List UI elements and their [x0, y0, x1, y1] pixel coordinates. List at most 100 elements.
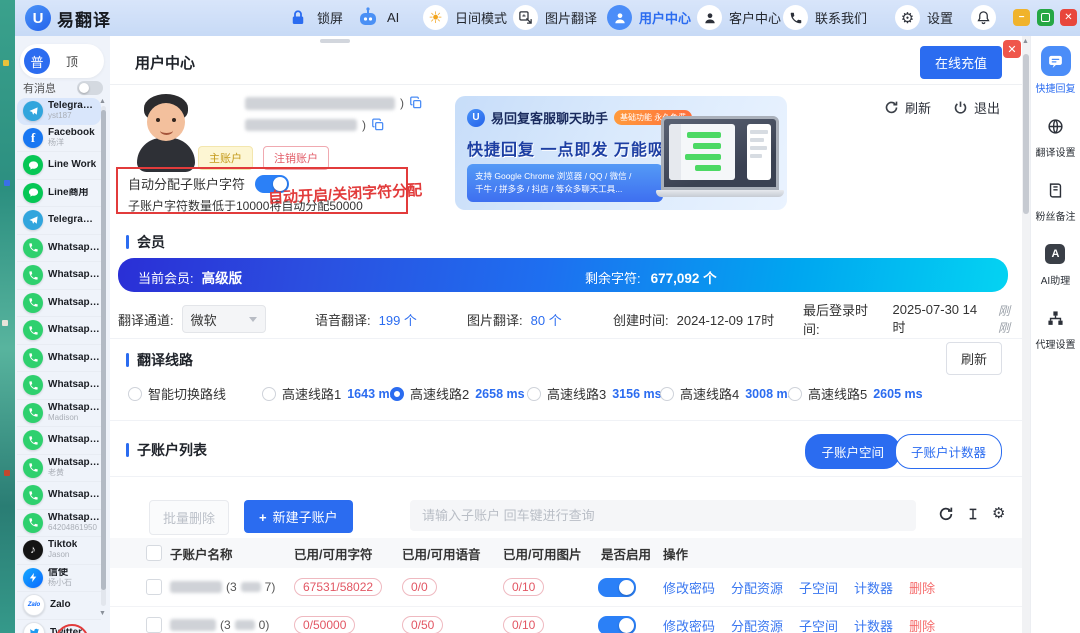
select-all-checkbox[interactable] — [146, 545, 162, 561]
sidebar-scroll-down-arrow[interactable]: ▼ — [99, 610, 106, 617]
whatsapp-icon — [23, 320, 43, 340]
row-checkbox[interactable] — [146, 617, 162, 633]
nav-contact-us[interactable]: 联系我们 — [783, 5, 867, 30]
window-minimize-button[interactable] — [1013, 9, 1030, 26]
has-message-toggle[interactable] — [77, 81, 103, 95]
sub-space-link[interactable]: 子空间 — [799, 616, 838, 633]
page-title: 用户中心 — [135, 52, 195, 73]
sidebar-scrollbar[interactable] — [101, 106, 106, 606]
account-item-line-work[interactable]: Line Work — [17, 152, 101, 180]
recharge-button[interactable]: 在线充值 — [920, 46, 1002, 79]
sidebar-scroll-up-arrow[interactable]: ▲ — [99, 98, 106, 105]
account-item-messenger[interactable]: 信使杨小石 — [17, 565, 101, 593]
nav-settings[interactable]: 设置 — [895, 5, 953, 30]
subaccount-counter-button[interactable]: 子账户计数器 — [895, 434, 1002, 469]
nav-user-center[interactable]: 用户中心 — [607, 5, 691, 30]
table-density-icon[interactable] — [965, 506, 981, 522]
logout-button[interactable]: 退出 — [953, 98, 1000, 117]
nav-lock-screen[interactable]: 锁屏 — [285, 5, 343, 30]
account-item-whatsapp-9[interactable]: Whatsapp 多...老黄 — [17, 455, 101, 483]
delete-link[interactable]: 删除 — [909, 578, 935, 597]
whatsapp-icon — [23, 430, 43, 450]
nav-image-translate[interactable]: 图片翻译 — [513, 5, 597, 30]
account-item-zalo[interactable]: Zalo — [17, 592, 101, 620]
account-item-whatsapp-2[interactable]: Whatsapp2 — [17, 262, 101, 290]
voice-quota-badge: 0/50 — [402, 616, 443, 633]
line-option-4[interactable]: 高速线路4 3008 ms — [660, 384, 795, 403]
main-scrollbar[interactable]: ▲ — [1022, 36, 1030, 633]
refresh-account-button[interactable]: 刷新 — [884, 98, 931, 117]
line-option-1[interactable]: 高速线路1 1643 ms — [262, 384, 397, 403]
tab-badge-common[interactable]: 普 — [24, 48, 50, 74]
banner-title: 易回复客服聊天助手 — [491, 108, 608, 127]
table-refresh-icon[interactable] — [938, 506, 954, 522]
row-checkbox[interactable] — [146, 579, 162, 595]
enable-toggle[interactable] — [598, 616, 636, 633]
line-option-5[interactable]: 高速线路5 2605 ms — [788, 384, 923, 403]
copy-icon[interactable] — [371, 118, 385, 132]
account-item-whatsapp-5[interactable]: Whatsapp5 — [17, 345, 101, 373]
tool-quick-reply[interactable]: 快捷回复 — [1036, 46, 1076, 95]
radio-icon — [527, 387, 541, 401]
create-subaccount-button[interactable]: 新建子账户 — [244, 500, 353, 533]
counter-link[interactable]: 计数器 — [854, 578, 893, 597]
account-item-telegram-1[interactable]: Telegram多...yst187 — [17, 98, 101, 125]
sub-space-link[interactable]: 子空间 — [799, 578, 838, 597]
account-item-whatsapp-1[interactable]: Whatsapp1 — [17, 235, 101, 263]
assign-resources-link[interactable]: 分配资源 — [731, 616, 783, 633]
line-option-3[interactable]: 高速线路3 3156 ms — [527, 384, 662, 403]
account-item-whatsapp-3[interactable]: Whatsapp3 — [17, 290, 101, 318]
translate-channel-select[interactable]: 微软 — [182, 305, 266, 333]
account-item-facebook[interactable]: Facebook杨洋 — [17, 125, 101, 153]
account-item-whatsapp-10[interactable]: Whatsapp 多... — [17, 482, 101, 510]
whatsapp-icon — [23, 375, 43, 395]
window-close-button[interactable] — [1060, 9, 1077, 26]
sidebar-tab-switcher[interactable]: 普 顶 — [20, 44, 104, 78]
account-item-whatsapp-7[interactable]: Whatsapp 多...Madison — [17, 400, 101, 428]
line-option-2-selected[interactable]: 高速线路2 2658 ms — [390, 384, 525, 403]
account-id-line: ) — [245, 118, 423, 132]
promo-banner[interactable]: U 易回复客服聊天助手 基础功能 永久免费 快捷回复 一点即发 万能吸附 支持 … — [455, 96, 787, 210]
batch-delete-button[interactable]: 批量删除 — [149, 500, 229, 535]
tool-translate-settings[interactable]: 翻译设置 — [1036, 112, 1076, 159]
subaccount-search-input[interactable] — [410, 500, 916, 531]
account-item-whatsapp-8[interactable]: Whatsapp 多... — [17, 427, 101, 455]
chevron-down-icon — [249, 317, 257, 322]
line-option-smart[interactable]: 智能切换路线 — [128, 384, 226, 403]
counter-link[interactable]: 计数器 — [854, 616, 893, 633]
radio-icon — [128, 387, 142, 401]
nav-day-mode[interactable]: 日间模式 — [423, 5, 507, 30]
account-item-telegram-2[interactable]: Telegram Z — [17, 207, 101, 235]
nav-customer-center[interactable]: 客户中心 — [697, 5, 781, 30]
subaccount-space-button[interactable]: 子账户空间 — [805, 434, 900, 469]
copy-icon[interactable] — [409, 96, 423, 110]
account-item-whatsapp-4[interactable]: Whatsapp3 — [17, 317, 101, 345]
window-maximize-button[interactable] — [1037, 9, 1054, 26]
tool-fan-notes[interactable]: 粉丝备注 — [1036, 176, 1076, 223]
lines-refresh-button[interactable]: 刷新 — [946, 342, 1002, 375]
desktop-wallpaper-strip — [0, 0, 15, 633]
quick-reply-icon — [1041, 46, 1071, 76]
change-password-link[interactable]: 修改密码 — [663, 616, 715, 633]
banner-support-text: 支持 Google Chrome 浏览器 / QQ / 微信 / 千牛 / 拼多… — [467, 164, 663, 202]
change-password-link[interactable]: 修改密码 — [663, 578, 715, 597]
tab-badge-top[interactable]: 顶 — [66, 53, 78, 70]
enable-toggle[interactable] — [598, 578, 636, 597]
nav-ai[interactable]: AI — [355, 5, 399, 30]
close-icon[interactable] — [1003, 40, 1021, 58]
account-item-line-biz[interactable]: Line商用 — [17, 180, 101, 208]
delete-link[interactable]: 删除 — [909, 616, 935, 633]
tool-proxy-settings[interactable]: 代理设置 — [1036, 304, 1076, 351]
assign-resources-link[interactable]: 分配资源 — [731, 578, 783, 597]
account-item-tiktok[interactable]: TiktokJason — [17, 537, 101, 565]
row-actions: 修改密码 分配资源 子空间 计数器 删除 — [663, 568, 935, 606]
notifications-button[interactable] — [971, 5, 996, 30]
image-translate-icon — [513, 5, 538, 30]
account-item-whatsapp-6[interactable]: Whatsapp普... — [17, 372, 101, 400]
account-item-whatsapp-11[interactable]: Whatsapp 多...64204861950 — [17, 510, 101, 538]
tool-ai-assistant[interactable]: AI助理 — [1041, 240, 1070, 287]
whatsapp-icon — [23, 293, 43, 313]
table-settings-gear-icon[interactable] — [992, 506, 1008, 522]
scroll-up-arrow[interactable]: ▲ — [1022, 38, 1029, 45]
scrollbar-thumb[interactable] — [1023, 54, 1029, 214]
